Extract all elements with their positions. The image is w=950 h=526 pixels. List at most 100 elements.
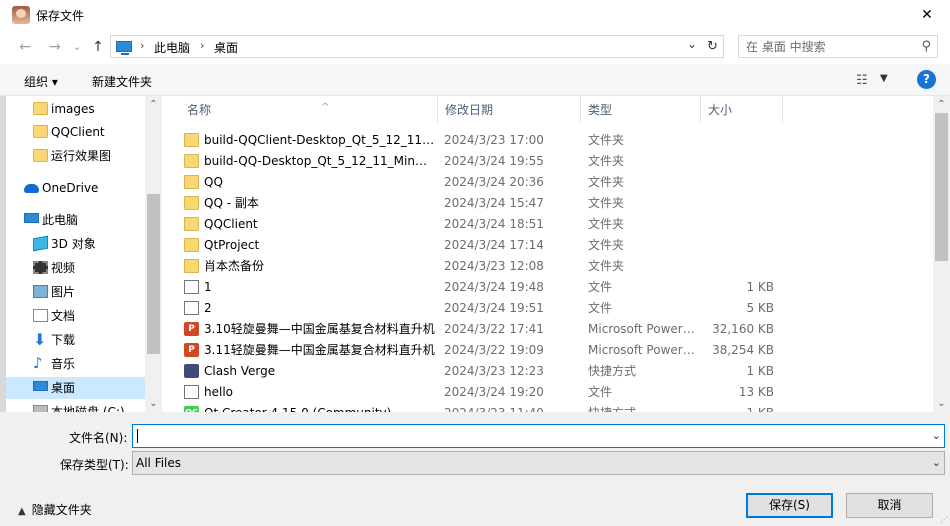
sidebar-item-label: images bbox=[51, 102, 95, 116]
scroll-thumb[interactable] bbox=[147, 194, 160, 354]
table-row[interactable]: P 3.10轻旋曼舞—中国金属基复合材料直升机 2024/3/22 17:41 Mic… bbox=[180, 319, 940, 340]
column-header-size[interactable]: 大小 bbox=[701, 96, 783, 123]
view-options-icon[interactable]: ☷ bbox=[856, 73, 868, 88]
filetype-select[interactable]: All Files ⌄ bbox=[132, 451, 945, 475]
scroll-up-icon[interactable]: ⌃ bbox=[933, 96, 950, 113]
sidebar-item[interactable]: ♪ 音乐 bbox=[6, 353, 145, 375]
table-row[interactable]: build-QQ-Desktop_Qt_5_12_11_MinGW_64_bit… bbox=[180, 151, 940, 172]
search-box[interactable]: ⚲ bbox=[738, 35, 938, 58]
sidebar-item-label: 本地磁盘 (C:) bbox=[51, 405, 125, 412]
address-dropdown-icon[interactable]: ⌄ bbox=[687, 37, 697, 51]
sidebar-item-label: 图片 bbox=[51, 285, 76, 299]
file-size: 38,254 KB bbox=[712, 343, 774, 357]
file-icon bbox=[184, 301, 199, 315]
folder-icon bbox=[33, 102, 48, 115]
file-size: 1 KB bbox=[746, 364, 774, 378]
save-button[interactable]: 保存(S) bbox=[746, 493, 833, 518]
onedrive-cloud-icon bbox=[24, 184, 39, 193]
refresh-icon[interactable]: ↻ bbox=[701, 36, 723, 57]
save-form: 文件名(N): ⌄ 保存类型(T): All Files ⌄ ▲ 隐藏文件夹 保存… bbox=[0, 412, 950, 526]
file-date: 2024/3/23 12:23 bbox=[444, 364, 544, 378]
navigation-scrollbar[interactable]: ⌃ ⌄ bbox=[145, 96, 162, 412]
file-type: 文件夹 bbox=[588, 196, 625, 210]
sidebar-item[interactable]: 运行效果图 bbox=[6, 145, 145, 167]
chevron-up-icon: ▲ bbox=[18, 506, 26, 517]
table-row[interactable]: Clash Verge 2024/3/23 12:23 快捷方式 1 KB bbox=[180, 361, 940, 382]
file-type: 文件 bbox=[588, 385, 613, 399]
sidebar-item-label: 音乐 bbox=[51, 357, 76, 371]
table-row[interactable]: QCQt Creator 4.15.0 (Community)2024/3/23… bbox=[180, 403, 940, 412]
table-row[interactable]: QtProject 2024/3/24 17:14 文件夹 bbox=[180, 235, 940, 256]
cancel-button[interactable]: 取消 bbox=[846, 493, 933, 518]
file-list-scrollbar[interactable]: ⌃ ⌄ bbox=[933, 96, 950, 412]
scroll-thumb[interactable] bbox=[935, 113, 948, 261]
table-row[interactable]: P 3.11轻旋曼舞—中国金属基复合材料直升机 2024/3/22 19:09 Mic… bbox=[180, 340, 940, 361]
search-input[interactable] bbox=[739, 36, 909, 57]
recent-locations-dropdown[interactable]: ⌄ bbox=[70, 36, 84, 58]
column-header-date[interactable]: 修改日期 bbox=[438, 96, 581, 123]
file-type: 文件夹 bbox=[588, 154, 625, 168]
table-row[interactable]: 肖本杰备份 2024/3/23 12:08 文件夹 bbox=[180, 256, 940, 277]
forward-button[interactable]: → bbox=[44, 36, 66, 58]
file-size: 5 KB bbox=[746, 301, 774, 315]
column-header-name[interactable]: ^ 名称 bbox=[180, 96, 438, 123]
sidebar-item[interactable]: OneDrive bbox=[6, 177, 145, 199]
address-bar[interactable]: › 此电脑 › 桌面 ⌄ ↻ bbox=[110, 35, 724, 58]
file-type: 文件夹 bbox=[588, 133, 625, 147]
table-row[interactable]: 1 2024/3/24 19:48 文件 1 KB bbox=[180, 277, 940, 298]
sidebar-item[interactable]: 文档 bbox=[6, 305, 145, 327]
new-folder-button[interactable]: 新建文件夹 bbox=[92, 73, 152, 90]
file-name: 肖本杰备份 bbox=[204, 259, 265, 273]
sidebar-item[interactable]: 图片 bbox=[6, 281, 145, 303]
chevron-down-icon[interactable]: ⌄ bbox=[932, 429, 941, 442]
sidebar-item[interactable]: QQClient bbox=[6, 121, 145, 143]
folder-icon bbox=[184, 238, 199, 252]
sidebar-item[interactable]: 此电脑 bbox=[6, 209, 145, 231]
file-date: 2024/3/22 19:09 bbox=[444, 343, 544, 357]
file-type: 文件夹 bbox=[588, 175, 625, 189]
breadcrumb-desktop[interactable]: 桌面 bbox=[214, 39, 238, 56]
organize-button[interactable]: 组织 ▾ bbox=[24, 73, 58, 90]
sidebar-item[interactable]: 视频 bbox=[6, 257, 145, 279]
sidebar-item[interactable]: 本地磁盘 (C:) bbox=[6, 401, 145, 412]
breadcrumb-this-pc[interactable]: 此电脑 bbox=[154, 39, 190, 56]
filename-combobox[interactable]: ⌄ bbox=[132, 424, 945, 448]
file-name: 1 bbox=[204, 280, 212, 294]
scroll-down-icon[interactable]: ⌄ bbox=[145, 395, 162, 412]
sidebar-item[interactable]: 桌面 bbox=[6, 377, 145, 399]
close-button[interactable]: ✕ bbox=[904, 0, 950, 30]
chevron-down-icon[interactable]: ⌄ bbox=[932, 456, 941, 469]
column-date-label: 修改日期 bbox=[445, 103, 494, 117]
back-button[interactable]: ← bbox=[14, 36, 36, 58]
sidebar-item[interactable]: images bbox=[6, 98, 145, 120]
help-icon[interactable]: ? bbox=[917, 70, 936, 89]
folder-icon bbox=[184, 217, 199, 231]
file-date: 2024/3/23 17:00 bbox=[444, 133, 544, 147]
file-name: QQ bbox=[204, 175, 223, 189]
table-row[interactable]: build-QQClient-Desktop_Qt_5_12_11_MinGW_… bbox=[180, 130, 940, 151]
table-row[interactable]: QQ - 副本 2024/3/24 15:47 文件夹 bbox=[180, 193, 940, 214]
file-date: 2024/3/24 19:55 bbox=[444, 154, 544, 168]
table-row[interactable]: hello 2024/3/24 19:20 文件 13 KB bbox=[180, 382, 940, 403]
table-row[interactable]: QQClient 2024/3/24 18:51 文件夹 bbox=[180, 214, 940, 235]
hide-folders-toggle[interactable]: ▲ 隐藏文件夹 bbox=[18, 501, 92, 518]
column-header-type[interactable]: 类型 bbox=[581, 96, 701, 123]
up-button[interactable]: ↑ bbox=[88, 36, 108, 58]
table-row[interactable]: QQ 2024/3/24 20:36 文件夹 bbox=[180, 172, 940, 193]
sidebar-item[interactable]: 3D 对象 bbox=[6, 233, 145, 255]
sidebar-item[interactable]: ⬇ 下载 bbox=[6, 329, 145, 351]
file-date: 2024/3/22 17:41 bbox=[444, 322, 544, 336]
scroll-up-icon[interactable]: ⌃ bbox=[145, 96, 162, 113]
scroll-down-icon[interactable]: ⌄ bbox=[933, 395, 950, 412]
column-name-label: 名称 bbox=[187, 103, 212, 117]
folder-icon bbox=[184, 154, 199, 168]
filename-input[interactable] bbox=[133, 425, 923, 447]
view-dropdown-icon[interactable]: ▼ bbox=[880, 73, 888, 84]
resize-grip-icon[interactable]: ⋰ bbox=[940, 515, 948, 524]
table-row[interactable]: 2 2024/3/24 19:51 文件 5 KB bbox=[180, 298, 940, 319]
this-pc-icon bbox=[116, 41, 132, 55]
powerpoint-icon: P bbox=[184, 322, 199, 336]
sidebar-item-label: 3D 对象 bbox=[51, 237, 96, 251]
file-name: QQClient bbox=[204, 217, 258, 231]
file-type: 快捷方式 bbox=[588, 364, 637, 378]
